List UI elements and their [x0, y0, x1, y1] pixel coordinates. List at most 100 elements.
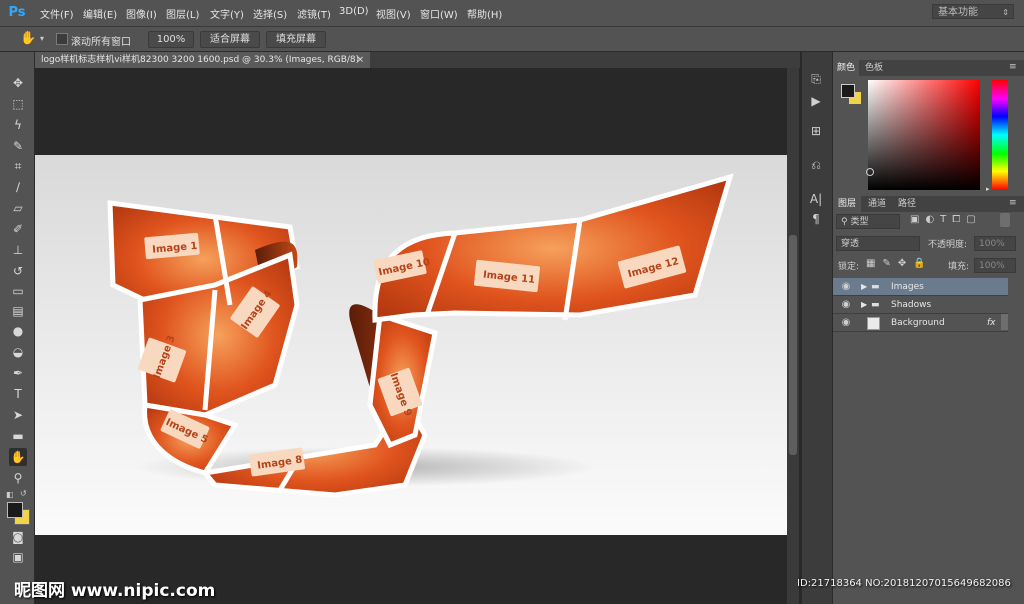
- move-tool-icon[interactable]: ✥: [9, 74, 27, 92]
- opacity-input[interactable]: 100%: [974, 236, 1016, 251]
- tab-paths[interactable]: 路径: [893, 196, 921, 212]
- close-tab-icon[interactable]: ×: [356, 52, 364, 68]
- layer-filter-icons[interactable]: ▣◐T⧠▢: [910, 214, 982, 225]
- menu-filter[interactable]: 滤镜(T): [297, 6, 331, 21]
- history-panel-icon[interactable]: ⎘: [806, 70, 826, 88]
- layers-scrollbar[interactable]: [1001, 314, 1008, 330]
- crop-tool-icon[interactable]: ⌗: [9, 157, 27, 175]
- blur-tool-icon[interactable]: ●: [9, 322, 27, 340]
- foreground-color-swatch[interactable]: [7, 502, 23, 518]
- brush-tool-icon[interactable]: ✐: [9, 220, 27, 238]
- scroll-all-checkbox[interactable]: [56, 33, 68, 45]
- menu-layer[interactable]: 图层(L): [166, 6, 199, 21]
- lock-label: 锁定:: [838, 262, 860, 272]
- pen-tool-icon[interactable]: ✒: [9, 364, 27, 382]
- layer-filter-label: 类型: [850, 217, 869, 227]
- layers-panel-menu-icon[interactable]: ≡: [1009, 198, 1017, 208]
- hue-slider[interactable]: [992, 80, 1008, 190]
- visibility-eye-icon[interactable]: ◉: [839, 296, 853, 314]
- vertical-scrollbar-thumb[interactable]: [789, 235, 797, 455]
- properties-panel-icon[interactable]: ⊞: [806, 122, 826, 140]
- fill-input[interactable]: 100%: [974, 258, 1016, 273]
- history-brush-tool-icon[interactable]: ↺: [9, 262, 27, 280]
- site-watermark: 昵图网 www.nipic.com: [14, 581, 216, 601]
- layer-thumbnail: [867, 317, 880, 330]
- layer-name: Images: [891, 282, 924, 292]
- tab-color[interactable]: 颜色: [833, 60, 859, 76]
- screen-mode-icon[interactable]: ▣: [9, 548, 27, 566]
- document-canvas[interactable]: Image 1 Image 3 Image 4 Image 5 Image 8 …: [35, 155, 787, 535]
- quick-mask-icon[interactable]: ◙: [9, 528, 27, 546]
- workspace-dropdown-icon: ⇕: [1002, 8, 1009, 17]
- healing-brush-tool-icon[interactable]: ▱: [9, 199, 27, 217]
- tab-channels[interactable]: 通道: [863, 196, 891, 212]
- folder-icon: ▬: [871, 300, 880, 310]
- menu-help[interactable]: 帮助(H): [467, 6, 502, 21]
- default-colors-icon[interactable]: ◧: [6, 490, 14, 499]
- workspace-select[interactable]: 基本功能 ⇕: [932, 4, 1014, 19]
- dodge-tool-icon[interactable]: ◒: [9, 343, 27, 361]
- rectangle-tool-icon[interactable]: ▬: [9, 427, 27, 445]
- fit-screen-button[interactable]: 适合屏幕: [200, 31, 260, 48]
- paragraph-panel-icon[interactable]: ¶: [806, 210, 826, 228]
- character-panel-icon[interactable]: A|: [806, 190, 826, 208]
- layer-effects-icon[interactable]: fx: [987, 314, 996, 332]
- image-id-watermark: ID:21718364 NO:20181207015649682086: [797, 578, 1011, 589]
- clone-stamp-tool-icon[interactable]: ⊥: [9, 241, 27, 259]
- eyedropper-tool-icon[interactable]: ∕: [9, 178, 27, 196]
- tab-swatches[interactable]: 色板: [861, 60, 887, 76]
- color-fg-swatch[interactable]: [841, 84, 855, 98]
- hue-slider-handle[interactable]: ▸: [986, 185, 990, 193]
- color-panel-menu-icon[interactable]: ≡: [1009, 62, 1017, 72]
- menu-type[interactable]: 文字(Y): [210, 6, 244, 21]
- tool-presets-panel-icon[interactable]: ⎌: [806, 156, 826, 174]
- color-picker-cursor[interactable]: [866, 168, 874, 176]
- expand-arrow-icon[interactable]: ▶: [861, 278, 867, 296]
- marquee-tool-icon[interactable]: ⬚: [9, 95, 27, 113]
- menu-select[interactable]: 选择(S): [253, 6, 287, 21]
- eraser-tool-icon[interactable]: ▭: [9, 282, 27, 300]
- layer-row-images[interactable]: ◉ ▶ ▬ Images: [833, 278, 1008, 296]
- menu-file[interactable]: 文件(F): [40, 6, 74, 21]
- menu-window[interactable]: 窗口(W): [420, 6, 458, 21]
- layer-name: Shadows: [891, 300, 932, 310]
- layers-panel-tabs: 图层 通道 路径 ≡: [833, 196, 1024, 212]
- visibility-eye-icon[interactable]: ◉: [839, 278, 853, 296]
- menu-image[interactable]: 图像(I): [126, 6, 157, 21]
- layer-row-background[interactable]: ◉ Background fx: [833, 314, 1008, 332]
- layer-name: Background: [891, 318, 945, 328]
- preset-dropdown-icon[interactable]: ▾: [40, 34, 44, 43]
- menu-view[interactable]: 视图(V): [376, 6, 411, 21]
- gradient-tool-icon[interactable]: ▤: [9, 302, 27, 320]
- menu-edit[interactable]: 编辑(E): [83, 6, 117, 21]
- blend-mode-select[interactable]: 穿透: [836, 236, 920, 251]
- color-picker-field[interactable]: [868, 80, 980, 190]
- layer-filter-toggle[interactable]: [1000, 213, 1010, 227]
- fill-label: 填充:: [948, 262, 970, 272]
- document-tab[interactable]: logo样机标志样机vi样机82300 3200 1600.psd @ 30.3…: [35, 52, 370, 68]
- hand-tool-icon[interactable]: ✋: [9, 448, 27, 466]
- type-tool-icon[interactable]: T: [9, 385, 27, 403]
- lasso-tool-icon[interactable]: ϟ: [9, 116, 27, 134]
- quick-select-tool-icon[interactable]: ✎: [9, 137, 27, 155]
- zoom-tool-icon[interactable]: ⚲: [9, 469, 27, 487]
- blend-mode-label: 穿透: [841, 239, 860, 249]
- tab-layers[interactable]: 图层: [833, 196, 861, 212]
- zoom-100-button[interactable]: 100%: [148, 31, 194, 48]
- workspace-label: 基本功能: [938, 7, 978, 18]
- swap-colors-icon[interactable]: ↺: [20, 489, 27, 498]
- color-panel-tabs: 颜色 色板 ≡: [833, 60, 1024, 76]
- actions-panel-icon[interactable]: ▶: [806, 92, 826, 110]
- expand-arrow-icon[interactable]: ▶: [861, 296, 867, 314]
- document-tab-title: logo样机标志样机vi样机82300 3200 1600.psd @ 30.3…: [41, 55, 360, 65]
- visibility-eye-icon[interactable]: ◉: [839, 314, 853, 332]
- layer-row-shadows[interactable]: ◉ ▶ ▬ Shadows: [833, 296, 1008, 314]
- path-select-tool-icon[interactable]: ➤: [9, 406, 27, 424]
- lock-icons[interactable]: ▦✎✥🔒: [866, 258, 933, 269]
- scroll-all-label: 滚动所有窗口: [71, 37, 131, 48]
- fill-screen-button[interactable]: 填充屏幕: [266, 31, 326, 48]
- menu-3d[interactable]: 3D(D): [339, 6, 369, 17]
- hand-tool-preset-icon[interactable]: ✋: [20, 31, 36, 46]
- photoshop-logo: Ps: [8, 5, 26, 20]
- layer-filter-select[interactable]: ⚲ 类型: [836, 214, 900, 229]
